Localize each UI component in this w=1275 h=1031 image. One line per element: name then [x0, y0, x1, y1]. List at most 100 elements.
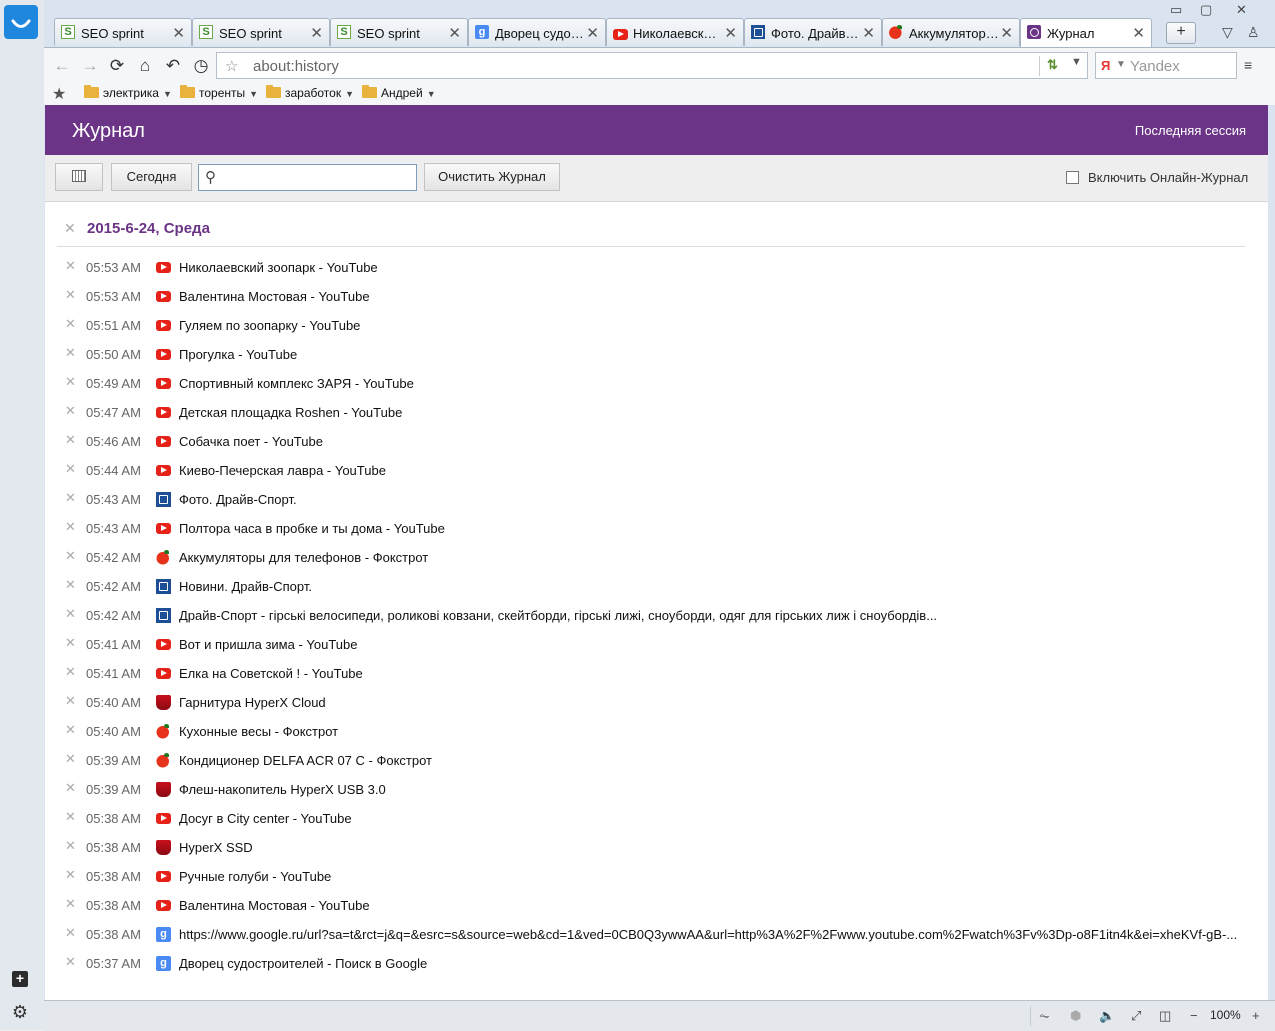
- chevron-down-icon[interactable]: ▼: [1116, 59, 1126, 70]
- split-view-icon[interactable]: ◫: [1159, 1008, 1171, 1024]
- close-window-button[interactable]: ✕: [1236, 2, 1247, 18]
- remove-entry-icon[interactable]: ✕: [65, 461, 76, 477]
- forward-icon[interactable]: →: [80, 56, 100, 76]
- url-text[interactable]: about:history: [253, 58, 339, 75]
- remove-entry-icon[interactable]: ✕: [65, 867, 76, 883]
- bookmark-folder[interactable]: электрика ▼: [84, 85, 172, 100]
- tab[interactable]: Аккумулятор… ✕: [882, 18, 1020, 46]
- tab[interactable]: Фото. Драйв-… ✕: [744, 18, 882, 46]
- tab[interactable]: S SEO sprint ✕: [192, 18, 330, 46]
- remove-entry-icon[interactable]: ✕: [65, 374, 76, 390]
- entry-title-link[interactable]: Аккумуляторы для телефонов - Фокстрот: [179, 550, 428, 565]
- entry-title-link[interactable]: Прогулка - YouTube: [179, 347, 297, 362]
- tab[interactable]: g Дворец судост…✕: [468, 18, 606, 46]
- speed-dial-icon[interactable]: ⇅: [1047, 57, 1058, 73]
- tab[interactable]: Журнал ✕: [1020, 18, 1152, 47]
- close-tab-icon[interactable]: ✕: [724, 24, 737, 42]
- home-icon[interactable]: ⌂: [135, 56, 155, 76]
- entry-title-link[interactable]: Досуг в City center - YouTube: [179, 811, 352, 826]
- entry-title-link[interactable]: Елка на Советской ! - YouTube: [179, 666, 363, 681]
- bookmark-folder[interactable]: заработок ▼: [266, 85, 354, 100]
- entry-title-link[interactable]: Валентина Мостовая - YouTube: [179, 289, 370, 304]
- zoom-level[interactable]: 100%: [1210, 1008, 1241, 1022]
- minimize-button[interactable]: ▭: [1170, 2, 1182, 18]
- close-tab-icon[interactable]: ✕: [1000, 24, 1013, 42]
- calendar-button[interactable]: [55, 163, 103, 191]
- entry-title-link[interactable]: https://www.google.ru/url?sa=t&rct=j&q=&…: [179, 927, 1237, 942]
- online-history-label[interactable]: Включить Онлайн-Журнал: [1088, 170, 1248, 185]
- page-speed-icon[interactable]: ⏦: [1039, 1008, 1050, 1024]
- add-panel-icon[interactable]: +: [12, 971, 28, 987]
- entry-title-link[interactable]: Фото. Драйв-Спорт.: [179, 492, 297, 507]
- entry-title-link[interactable]: HyperX SSD: [179, 840, 253, 855]
- entry-title-link[interactable]: Вот и пришла зима - YouTube: [179, 637, 357, 652]
- bookmark-folder[interactable]: торенты ▼: [180, 85, 258, 100]
- remove-entry-icon[interactable]: ✕: [65, 548, 76, 564]
- remove-entry-icon[interactable]: ✕: [65, 664, 76, 680]
- chevron-down-icon[interactable]: ▼: [1071, 56, 1082, 68]
- entry-title-link[interactable]: Кондиционер DELFA ACR 07 C - Фокстрот: [179, 753, 432, 768]
- maximize-button[interactable]: ▢: [1200, 2, 1212, 18]
- entry-title-link[interactable]: Киево-Печерская лавра - YouTube: [179, 463, 386, 478]
- entry-title-link[interactable]: Кухонные весы - Фокстрот: [179, 724, 338, 739]
- close-tab-icon[interactable]: ✕: [172, 24, 185, 42]
- bookmark-star-icon[interactable]: ☆: [225, 57, 238, 75]
- close-tab-icon[interactable]: ✕: [862, 24, 875, 42]
- close-tab-icon[interactable]: ✕: [310, 24, 323, 42]
- entry-title-link[interactable]: Гуляем по зоопарку - YouTube: [179, 318, 360, 333]
- back-icon[interactable]: ←: [52, 56, 72, 76]
- remove-entry-icon[interactable]: ✕: [65, 635, 76, 651]
- tab[interactable]: S SEO sprint ✕: [54, 18, 192, 46]
- volume-icon[interactable]: 🔈: [1099, 1008, 1115, 1024]
- history-icon[interactable]: ◷: [191, 56, 211, 76]
- tab[interactable]: Николаевск… ✕: [606, 18, 744, 46]
- remove-date-icon[interactable]: ✕: [64, 220, 76, 237]
- entry-title-link[interactable]: Полтора часа в пробке и ты дома - YouTub…: [179, 521, 445, 536]
- today-button[interactable]: Сегодня: [111, 163, 192, 191]
- last-session-link[interactable]: Последняя сессия: [1135, 123, 1246, 138]
- close-tab-icon[interactable]: ✕: [1132, 24, 1145, 42]
- remove-entry-icon[interactable]: ✕: [65, 780, 76, 796]
- remove-entry-icon[interactable]: ✕: [65, 490, 76, 506]
- entry-title-link[interactable]: Валентина Мостовая - YouTube: [179, 898, 370, 913]
- clear-history-button[interactable]: Очистить Журнал: [424, 163, 560, 191]
- undo-close-icon[interactable]: ↶: [163, 56, 183, 76]
- new-tab-button[interactable]: +: [1166, 22, 1196, 44]
- remove-entry-icon[interactable]: ✕: [65, 722, 76, 738]
- close-tab-icon[interactable]: ✕: [586, 24, 599, 42]
- bookmark-folder[interactable]: Андрей ▼: [362, 85, 436, 100]
- entry-title-link[interactable]: Флеш-накопитель HyperX USB 3.0: [179, 782, 386, 797]
- history-search-input[interactable]: [225, 168, 414, 189]
- close-tab-icon[interactable]: ✕: [448, 24, 461, 42]
- entry-title-link[interactable]: Новини. Драйв-Спорт.: [179, 579, 312, 594]
- remove-entry-icon[interactable]: ✕: [65, 432, 76, 448]
- entry-title-link[interactable]: Гарнитура HyperX Cloud: [179, 695, 326, 710]
- shirt-icon[interactable]: ♙: [1247, 24, 1260, 41]
- gear-icon[interactable]: ⚙: [10, 1002, 30, 1022]
- search-engine-placeholder[interactable]: Yandex: [1130, 58, 1180, 75]
- menu-icon[interactable]: ≡: [1244, 57, 1252, 73]
- adblock-icon[interactable]: ⬢: [1070, 1008, 1081, 1024]
- remove-entry-icon[interactable]: ✕: [65, 838, 76, 854]
- online-history-checkbox[interactable]: [1066, 171, 1079, 184]
- zoom-in-button[interactable]: +: [1252, 1008, 1260, 1023]
- remove-entry-icon[interactable]: ✕: [65, 345, 76, 361]
- remove-entry-icon[interactable]: ✕: [65, 954, 76, 970]
- download-icon[interactable]: ▽: [1222, 24, 1233, 41]
- tab[interactable]: S SEO sprint ✕: [330, 18, 468, 46]
- entry-title-link[interactable]: Николаевский зоопарк - YouTube: [179, 260, 378, 275]
- bookmarks-star-icon[interactable]: ★: [52, 84, 66, 104]
- entry-title-link[interactable]: Ручные голуби - YouTube: [179, 869, 331, 884]
- remove-entry-icon[interactable]: ✕: [65, 316, 76, 332]
- remove-entry-icon[interactable]: ✕: [65, 577, 76, 593]
- remove-entry-icon[interactable]: ✕: [65, 751, 76, 767]
- remove-entry-icon[interactable]: ✕: [65, 925, 76, 941]
- remove-entry-icon[interactable]: ✕: [65, 693, 76, 709]
- zoom-out-button[interactable]: −: [1190, 1008, 1198, 1023]
- remove-entry-icon[interactable]: ✕: [65, 287, 76, 303]
- address-bar[interactable]: ☆ about:history ⇅ ▼: [216, 52, 1088, 79]
- entry-title-link[interactable]: Спортивный комплекс ЗАРЯ - YouTube: [179, 376, 414, 391]
- browser-logo-icon[interactable]: [4, 5, 38, 39]
- reload-icon[interactable]: ⟳: [107, 56, 127, 76]
- entry-title-link[interactable]: Собачка поет - YouTube: [179, 434, 323, 449]
